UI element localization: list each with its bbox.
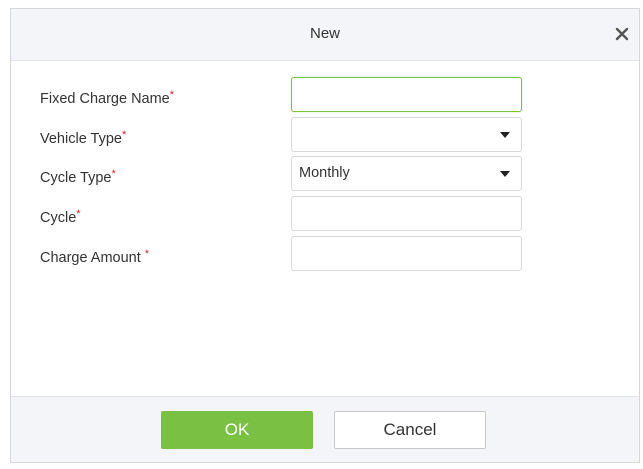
- fixed-charge-name-row: Fixed Charge Name*: [11, 75, 639, 115]
- cycle-label-text: Cycle: [40, 210, 77, 226]
- cycle-type-select[interactable]: Monthly: [291, 156, 522, 191]
- dialog-title: New: [309, 25, 340, 42]
- required-asterisk: *: [76, 208, 81, 220]
- required-asterisk: *: [111, 168, 116, 180]
- cycle-type-label: Cycle Type*: [40, 154, 116, 194]
- vehicle-type-label-text: Vehicle Type: [40, 131, 122, 147]
- cycle-type-label-text: Cycle Type: [40, 170, 112, 186]
- close-icon[interactable]: [611, 23, 633, 45]
- required-asterisk: *: [121, 129, 127, 141]
- required-asterisk: *: [169, 89, 175, 101]
- vehicle-type-label: Vehicle Type*: [40, 115, 126, 155]
- fixed-charge-name-label: Fixed Charge Name*: [40, 75, 174, 115]
- caret-down-icon: [500, 171, 510, 177]
- cycle-type-value: Monthly: [299, 165, 350, 181]
- cycle-row: Cycle*: [11, 194, 639, 234]
- charge-amount-row: Charge Amount *: [11, 234, 639, 274]
- new-dialog: New Fixed Charge Name* Vehicle Type* Cyc…: [10, 8, 640, 463]
- dialog-footer: OK Cancel: [11, 396, 639, 462]
- cycle-type-row: Cycle Type* Monthly: [11, 154, 639, 194]
- vehicle-type-select[interactable]: [291, 117, 522, 152]
- caret-down-icon: [500, 132, 510, 138]
- charge-amount-input[interactable]: [291, 236, 522, 271]
- cycle-input[interactable]: [291, 196, 522, 231]
- ok-button[interactable]: OK: [161, 411, 313, 449]
- fixed-charge-name-label-text: Fixed Charge Name: [40, 91, 170, 107]
- dialog-header: New: [11, 9, 639, 61]
- charge-amount-label: Charge Amount *: [40, 234, 149, 274]
- vehicle-type-row: Vehicle Type*: [11, 115, 639, 155]
- required-asterisk: *: [144, 248, 150, 260]
- fixed-charge-name-input[interactable]: [291, 77, 522, 112]
- cancel-button[interactable]: Cancel: [334, 411, 486, 449]
- charge-amount-label-text: Charge Amount: [40, 250, 145, 266]
- cycle-label: Cycle*: [40, 194, 81, 234]
